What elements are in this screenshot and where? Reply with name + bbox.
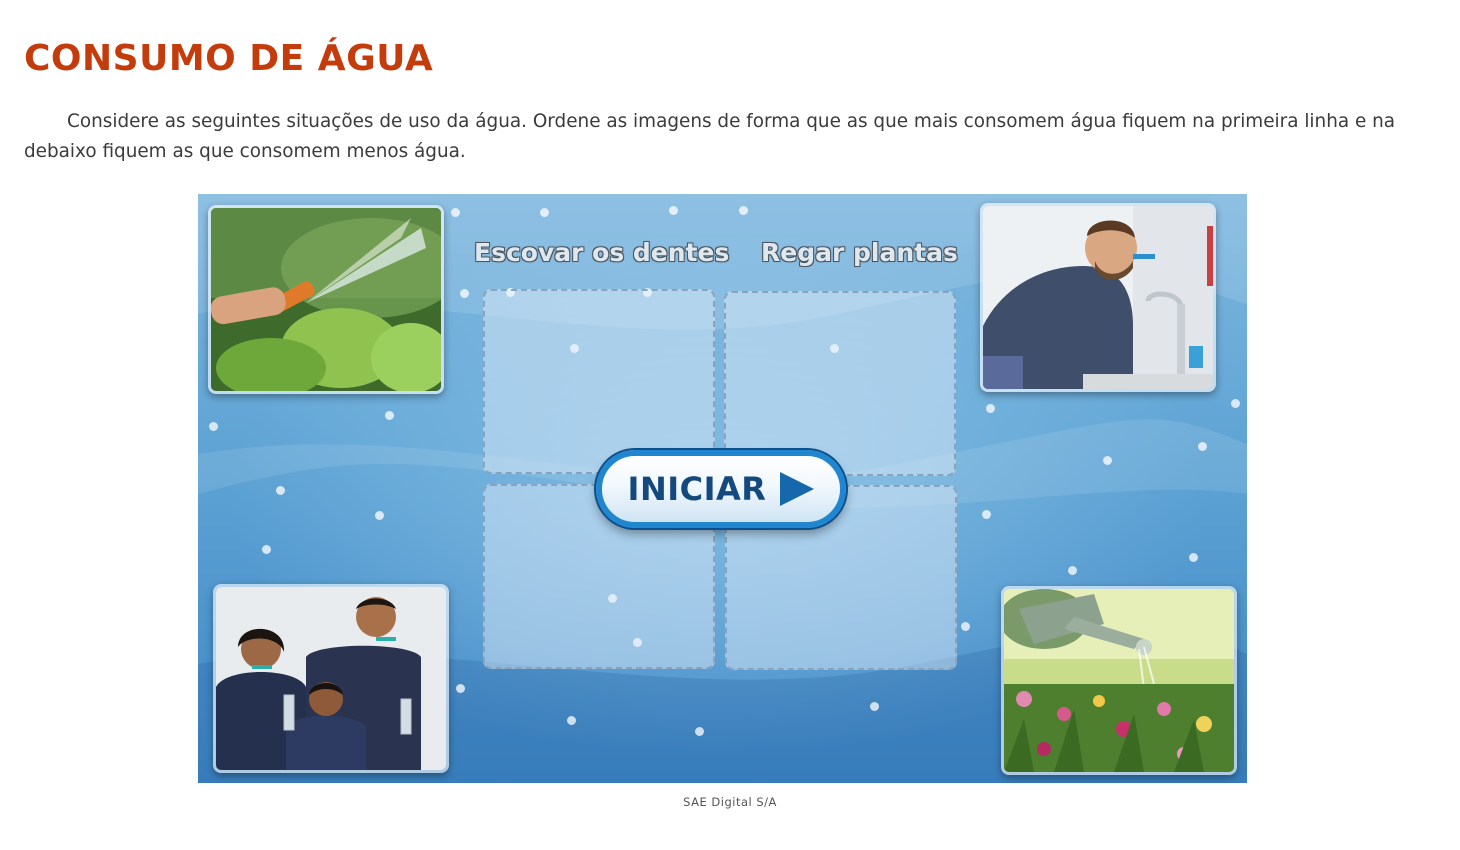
column-label-brushing: Escovar os dentes xyxy=(474,238,730,267)
water-drop xyxy=(451,208,460,217)
water-drop xyxy=(375,511,384,520)
water-drop xyxy=(669,206,678,215)
card-family-brushing-teeth[interactable] xyxy=(213,584,449,773)
water-drop xyxy=(567,716,576,725)
water-drop xyxy=(540,208,549,217)
water-drop xyxy=(1068,566,1077,575)
water-sorting-game[interactable]: Escovar os dentes Regar plantas INICIAR xyxy=(198,194,1247,783)
water-drop xyxy=(739,206,748,215)
water-drop xyxy=(695,727,704,736)
instructions-text: Considere as seguintes situações de uso … xyxy=(24,111,1396,162)
play-icon xyxy=(780,472,815,506)
water-drop xyxy=(276,486,285,495)
water-drop xyxy=(456,684,465,693)
page-title: CONSUMO DE ÁGUA xyxy=(24,38,434,79)
start-button-label: INICIAR xyxy=(627,470,767,508)
card-garden-hose[interactable] xyxy=(208,205,444,394)
drop-slot-top-right[interactable] xyxy=(724,291,956,476)
water-drop xyxy=(961,622,970,631)
card-man-brushing-teeth[interactable] xyxy=(980,203,1216,392)
family-brushing-teeth-photo xyxy=(216,587,446,770)
water-drop xyxy=(986,404,995,413)
water-drop xyxy=(262,545,271,554)
image-credit: SAE Digital S/A xyxy=(683,795,777,809)
water-drop xyxy=(209,422,218,431)
water-drop xyxy=(1198,442,1207,451)
water-drop xyxy=(385,411,394,420)
water-drop xyxy=(982,510,991,519)
man-brushing-teeth-photo xyxy=(983,206,1213,389)
water-drop xyxy=(1189,553,1198,562)
watering-can-photo xyxy=(1004,589,1234,772)
garden-hose-photo xyxy=(211,208,441,391)
card-watering-can[interactable] xyxy=(1001,586,1237,775)
water-drop xyxy=(460,289,469,298)
water-drop xyxy=(1231,399,1240,408)
column-label-watering: Regar plantas xyxy=(761,238,958,267)
water-drop xyxy=(1103,456,1112,465)
drop-slot-top-left[interactable] xyxy=(483,289,715,474)
start-button[interactable]: INICIAR xyxy=(596,450,846,528)
water-drop xyxy=(870,702,879,711)
